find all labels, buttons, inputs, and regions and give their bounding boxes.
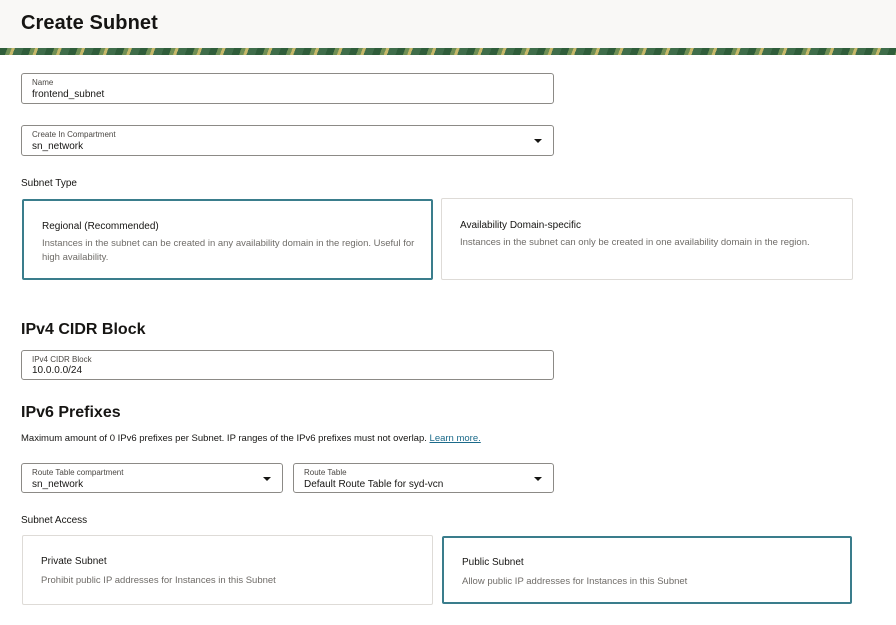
chevron-down-icon xyxy=(534,477,542,481)
card-title: Regional (Recommended) xyxy=(42,221,159,232)
page-header: Create Subnet xyxy=(0,0,896,49)
subnet-type-label: Subnet Type xyxy=(21,178,77,189)
name-field[interactable]: Name frontend_subnet xyxy=(21,73,554,104)
page-title: Create Subnet xyxy=(21,12,158,34)
route-table-compartment-select[interactable]: Route Table compartment sn_network xyxy=(21,463,283,493)
header-banner xyxy=(0,48,896,55)
route-table-select[interactable]: Route Table Default Route Table for syd-… xyxy=(293,463,554,493)
route-table-compartment-value: sn_network xyxy=(32,479,84,490)
card-description: Instances in the subnet can be created i… xyxy=(42,238,415,263)
subnet-access-public-card[interactable]: Public Subnet Allow public IP addresses … xyxy=(442,536,852,604)
name-field-value: frontend_subnet xyxy=(32,89,105,100)
route-table-compartment-label: Route Table compartment xyxy=(32,468,124,477)
card-title: Public Subnet xyxy=(462,557,524,568)
ipv4-cidr-field-value: 10.0.0.0/24 xyxy=(32,365,83,376)
card-description: Allow public IP addresses for Instances … xyxy=(462,576,688,587)
subnet-type-regional-card[interactable]: Regional (Recommended) Instances in the … xyxy=(22,199,433,280)
card-description: Instances in the subnet can only be crea… xyxy=(460,237,810,248)
card-description: Prohibit public IP addresses for Instanc… xyxy=(41,575,276,586)
learn-more-link[interactable]: Learn more. xyxy=(430,433,481,444)
ipv4-heading: IPv4 CIDR Block xyxy=(21,321,146,338)
compartment-select-label: Create In Compartment xyxy=(32,130,116,139)
compartment-select-value: sn_network xyxy=(32,141,84,152)
subnet-access-private-card[interactable]: Private Subnet Prohibit public IP addres… xyxy=(22,535,433,605)
subnet-access-label: Subnet Access xyxy=(21,515,88,526)
ipv6-description-text: Maximum amount of 0 IPv6 prefixes per Su… xyxy=(21,433,427,444)
route-table-value: Default Route Table for syd-vcn xyxy=(304,479,444,490)
chevron-down-icon xyxy=(534,139,542,143)
ipv6-heading: IPv6 Prefixes xyxy=(21,404,121,421)
compartment-select[interactable]: Create In Compartment sn_network xyxy=(21,125,554,156)
ipv6-description: Maximum amount of 0 IPv6 prefixes per Su… xyxy=(21,433,481,444)
ipv4-cidr-field[interactable]: IPv4 CIDR Block 10.0.0.0/24 xyxy=(21,350,554,380)
ipv4-cidr-field-label: IPv4 CIDR Block xyxy=(32,355,92,364)
name-field-label: Name xyxy=(32,78,54,87)
card-title: Availability Domain-specific xyxy=(460,220,581,231)
subnet-type-ad-specific-card[interactable]: Availability Domain-specific Instances i… xyxy=(441,198,853,280)
chevron-down-icon xyxy=(263,477,271,481)
route-table-label: Route Table xyxy=(304,468,347,477)
card-title: Private Subnet xyxy=(41,556,107,567)
